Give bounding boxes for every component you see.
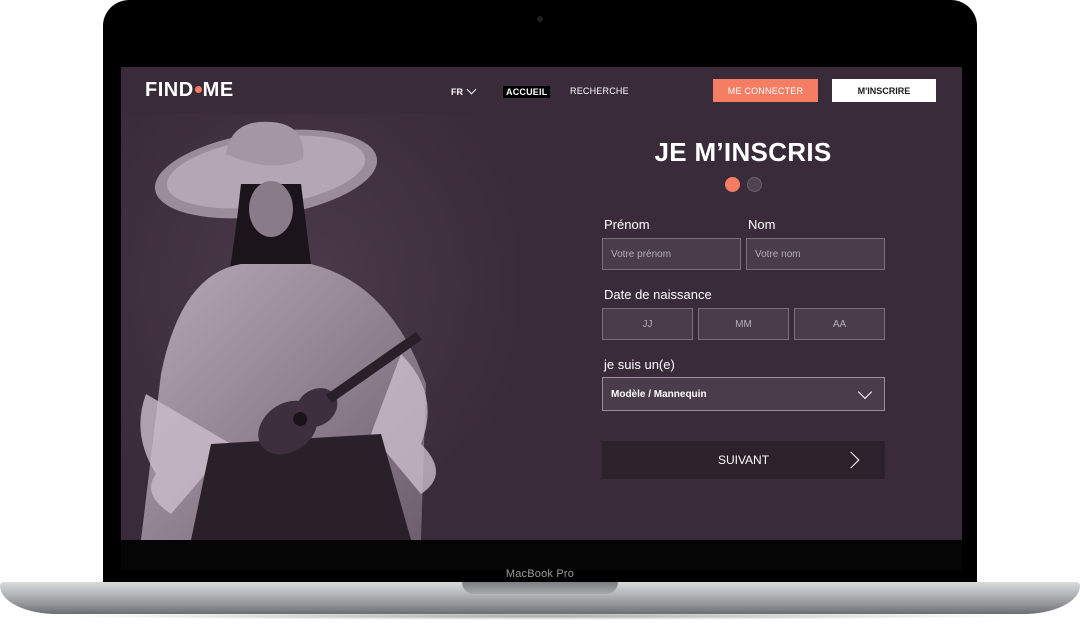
- photo-illustration: [121, 114, 517, 540]
- birth-month-input[interactable]: MM: [698, 308, 789, 340]
- last-name-input[interactable]: Votre nom: [746, 238, 885, 270]
- role-label: je suis un(e): [604, 357, 675, 372]
- logo-dot-icon: [194, 86, 202, 94]
- next-button[interactable]: SUIVANT: [602, 441, 885, 479]
- step-indicator-inactive: [747, 177, 762, 192]
- logo-text-me: ME: [202, 79, 234, 101]
- page-title: JE M’INSCRIS: [654, 137, 832, 167]
- app-screen: FIND ME FR ACCUEIL RECHERCHE ME CONNECTER…: [121, 67, 962, 540]
- language-selector[interactable]: FR: [451, 84, 477, 97]
- hero-photo: [121, 114, 517, 540]
- role-select[interactable]: Modèle / Mannequin: [602, 377, 885, 411]
- role-select-value: Modèle / Mannequin: [611, 388, 707, 400]
- step-indicator-active: [725, 177, 740, 192]
- birthdate-label: Date de naissance: [604, 287, 712, 302]
- nav-link-accueil[interactable]: ACCUEIL: [503, 86, 551, 98]
- chevron-right-icon: [842, 451, 860, 469]
- language-label: FR: [451, 87, 463, 97]
- login-button[interactable]: ME CONNECTER: [713, 79, 818, 102]
- birth-day-input[interactable]: JJ: [602, 308, 693, 340]
- signup-button[interactable]: M'INSCRIRE: [832, 79, 936, 102]
- first-name-input[interactable]: Votre prénom: [602, 238, 741, 270]
- birth-year-input[interactable]: AA: [794, 308, 885, 340]
- logo[interactable]: FIND ME: [145, 79, 234, 102]
- chevron-down-icon: [466, 84, 477, 95]
- device-label: MacBook Pro: [505, 568, 575, 580]
- next-button-label: SUIVANT: [717, 453, 770, 467]
- last-name-label: Nom: [748, 217, 776, 232]
- laptop-notch: [462, 582, 618, 594]
- first-name-label: Prénom: [604, 217, 650, 232]
- screen-bottom-bezel: [121, 540, 962, 570]
- camera-icon: [537, 16, 543, 22]
- logo-text-find: FIND: [145, 79, 194, 101]
- chevron-down-icon: [857, 384, 873, 400]
- nav-link-recherche[interactable]: RECHERCHE: [570, 86, 629, 96]
